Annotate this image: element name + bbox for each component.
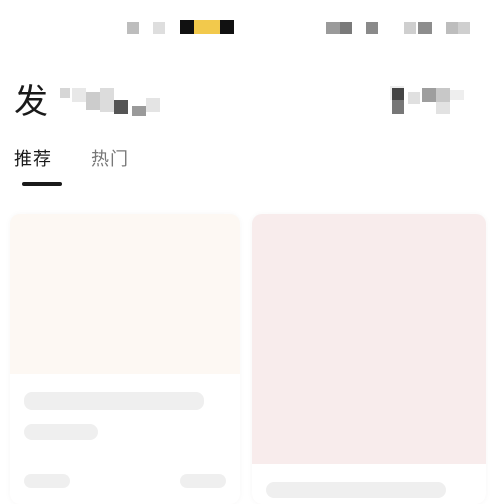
card-info — [252, 464, 486, 504]
active-tab-indicator — [22, 182, 62, 186]
feed-card[interactable] — [10, 214, 240, 504]
card-info — [10, 374, 240, 504]
card-image-placeholder — [252, 214, 486, 464]
status-pixel — [340, 22, 352, 34]
skeleton-meta-left — [24, 474, 70, 488]
status-pixel — [180, 20, 194, 34]
status-pixel — [326, 22, 340, 34]
card-image-placeholder — [10, 214, 240, 374]
status-bar — [0, 0, 497, 56]
feed-card[interactable] — [252, 214, 486, 504]
tab-bar: 推荐 热门 — [14, 146, 314, 190]
skeleton-title-line — [24, 392, 204, 410]
page-title: 发 — [14, 82, 48, 122]
obscured-title — [60, 88, 170, 116]
status-pixel — [127, 22, 139, 34]
skeleton-meta-right — [180, 474, 226, 488]
status-pixel — [153, 22, 165, 34]
status-pixel — [446, 22, 458, 34]
status-pixel — [458, 22, 470, 34]
page-header: 发 — [14, 82, 484, 122]
status-pixel — [220, 20, 234, 34]
status-pixel — [404, 22, 416, 34]
status-pixel — [366, 22, 378, 34]
obscured-header-action[interactable] — [390, 86, 470, 116]
skeleton-subtitle-line — [24, 424, 98, 440]
status-pixel — [418, 22, 432, 34]
skeleton-title-line — [266, 482, 446, 498]
tab-recommend[interactable]: 推荐 — [14, 146, 52, 174]
status-pixel — [194, 20, 220, 34]
tab-hot[interactable]: 热门 — [91, 146, 129, 174]
